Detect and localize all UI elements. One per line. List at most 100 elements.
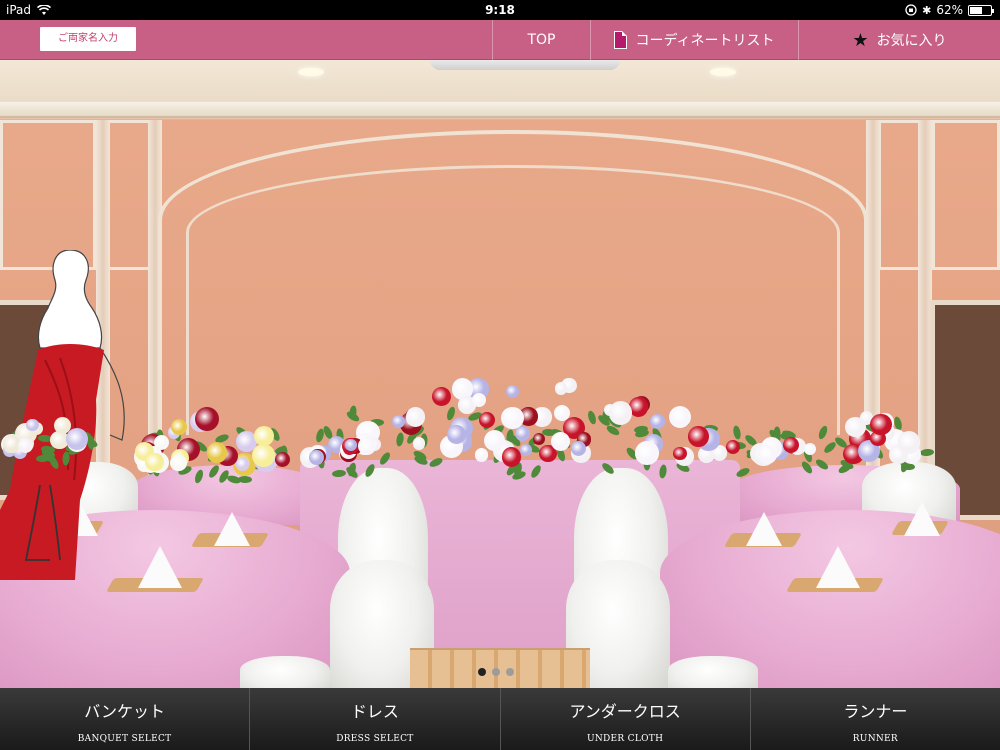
flower (431, 386, 452, 406)
flower (252, 444, 275, 467)
flower (870, 413, 892, 436)
tab-dress-select[interactable]: ドレス DRESS SELECT (250, 688, 501, 750)
leaf (658, 464, 668, 480)
leaf (344, 465, 360, 480)
chair (668, 656, 758, 688)
tab-runner[interactable]: ランナー RUNNER (751, 688, 1000, 750)
family-name-input-button[interactable]: ご両家名入力 (40, 27, 136, 51)
banquet-preview (0, 60, 1000, 688)
leaf (735, 466, 751, 479)
flower (650, 413, 666, 429)
flower (412, 437, 426, 450)
flower (253, 425, 274, 446)
tab-banquet-select[interactable]: バンケット BANQUET SELECT (0, 688, 251, 750)
flower (635, 441, 659, 465)
wall-panel (0, 120, 96, 270)
page-dot[interactable] (478, 668, 486, 676)
nav-top-button[interactable]: TOP (492, 20, 590, 60)
bluetooth-icon: ✱ (922, 3, 932, 17)
flower (171, 418, 188, 435)
flower (194, 406, 219, 431)
leaf (599, 461, 616, 477)
flower (26, 418, 40, 432)
flower (803, 443, 817, 456)
nav-coordinate-list-button[interactable]: コーディネートリスト (590, 20, 798, 60)
flower (782, 436, 800, 454)
star-icon: ★ (852, 29, 869, 51)
leaf (363, 463, 377, 479)
flower (520, 444, 533, 457)
leaf (822, 439, 838, 455)
table-flower-arrangement (130, 405, 291, 485)
flower (608, 401, 633, 425)
leaf (237, 475, 252, 483)
tab-sublabel: BANQUET SELECT (77, 734, 172, 744)
chandelier (430, 60, 620, 70)
flower (17, 437, 34, 453)
page-dot[interactable] (492, 668, 500, 676)
tab-sublabel: UNDER CLOTH (586, 734, 664, 744)
flower (405, 407, 426, 427)
flower (725, 440, 740, 455)
nav-coordinate-list-label: コーディネートリスト (635, 33, 775, 49)
table-flower-arrangement (750, 395, 934, 475)
flower (275, 452, 291, 468)
leaf (62, 450, 71, 466)
ceiling-light (298, 68, 324, 76)
nav-top-label: TOP (527, 32, 556, 48)
ceiling-light (710, 68, 736, 76)
leaf (732, 425, 743, 441)
flower (447, 425, 467, 444)
flower (673, 446, 687, 461)
tab-label: ランナー (843, 702, 908, 721)
tab-sublabel: RUNNER (852, 734, 898, 744)
flower (308, 450, 324, 465)
crown-molding (0, 102, 1000, 118)
leaf (331, 469, 347, 478)
bridal-bouquet (1, 415, 100, 471)
status-bar: iPad 9:18 ✱ 62% (0, 0, 1000, 20)
top-nav-bar: ご両家名入力 TOP コーディネートリスト ★ お気に入り (0, 20, 1000, 60)
flower (344, 438, 357, 451)
flower (471, 392, 486, 407)
flower (153, 434, 169, 451)
flower (505, 384, 520, 398)
wall-panel (104, 120, 152, 270)
flower (551, 431, 571, 451)
tab-label: バンケット (84, 702, 166, 721)
leaf (193, 468, 205, 485)
leaf (816, 424, 829, 441)
flower (474, 448, 489, 462)
flower (235, 457, 249, 471)
nav-favorites-label: お気に入り (876, 33, 947, 49)
flower (478, 411, 495, 428)
leaf (395, 431, 405, 447)
flower (53, 416, 72, 434)
flower (844, 416, 866, 438)
page-indicator[interactable] (478, 668, 514, 676)
leaf (428, 455, 444, 469)
flower (515, 426, 530, 442)
flower (169, 454, 187, 472)
battery-percent: 62% (936, 3, 963, 17)
battery-icon (968, 4, 994, 16)
head-table-flower-arrangement (299, 375, 761, 485)
napkin (746, 512, 782, 546)
napkin (904, 502, 940, 536)
flower (758, 444, 778, 464)
flower (897, 431, 921, 454)
tab-under-cloth[interactable]: アンダークロス UNDER CLOTH (501, 688, 751, 750)
napkin (816, 546, 860, 588)
leaf (800, 459, 815, 475)
leaf (813, 457, 830, 472)
page-dot[interactable] (506, 668, 514, 676)
flower (532, 433, 545, 446)
leaf (314, 427, 326, 443)
flower (554, 382, 567, 395)
napkin (214, 512, 250, 546)
flower (358, 437, 377, 456)
flower (688, 426, 709, 447)
clock: 9:18 (485, 3, 515, 17)
nav-favorites-button[interactable]: ★ お気に入り (798, 20, 1000, 60)
tab-label: アンダークロス (569, 702, 681, 721)
